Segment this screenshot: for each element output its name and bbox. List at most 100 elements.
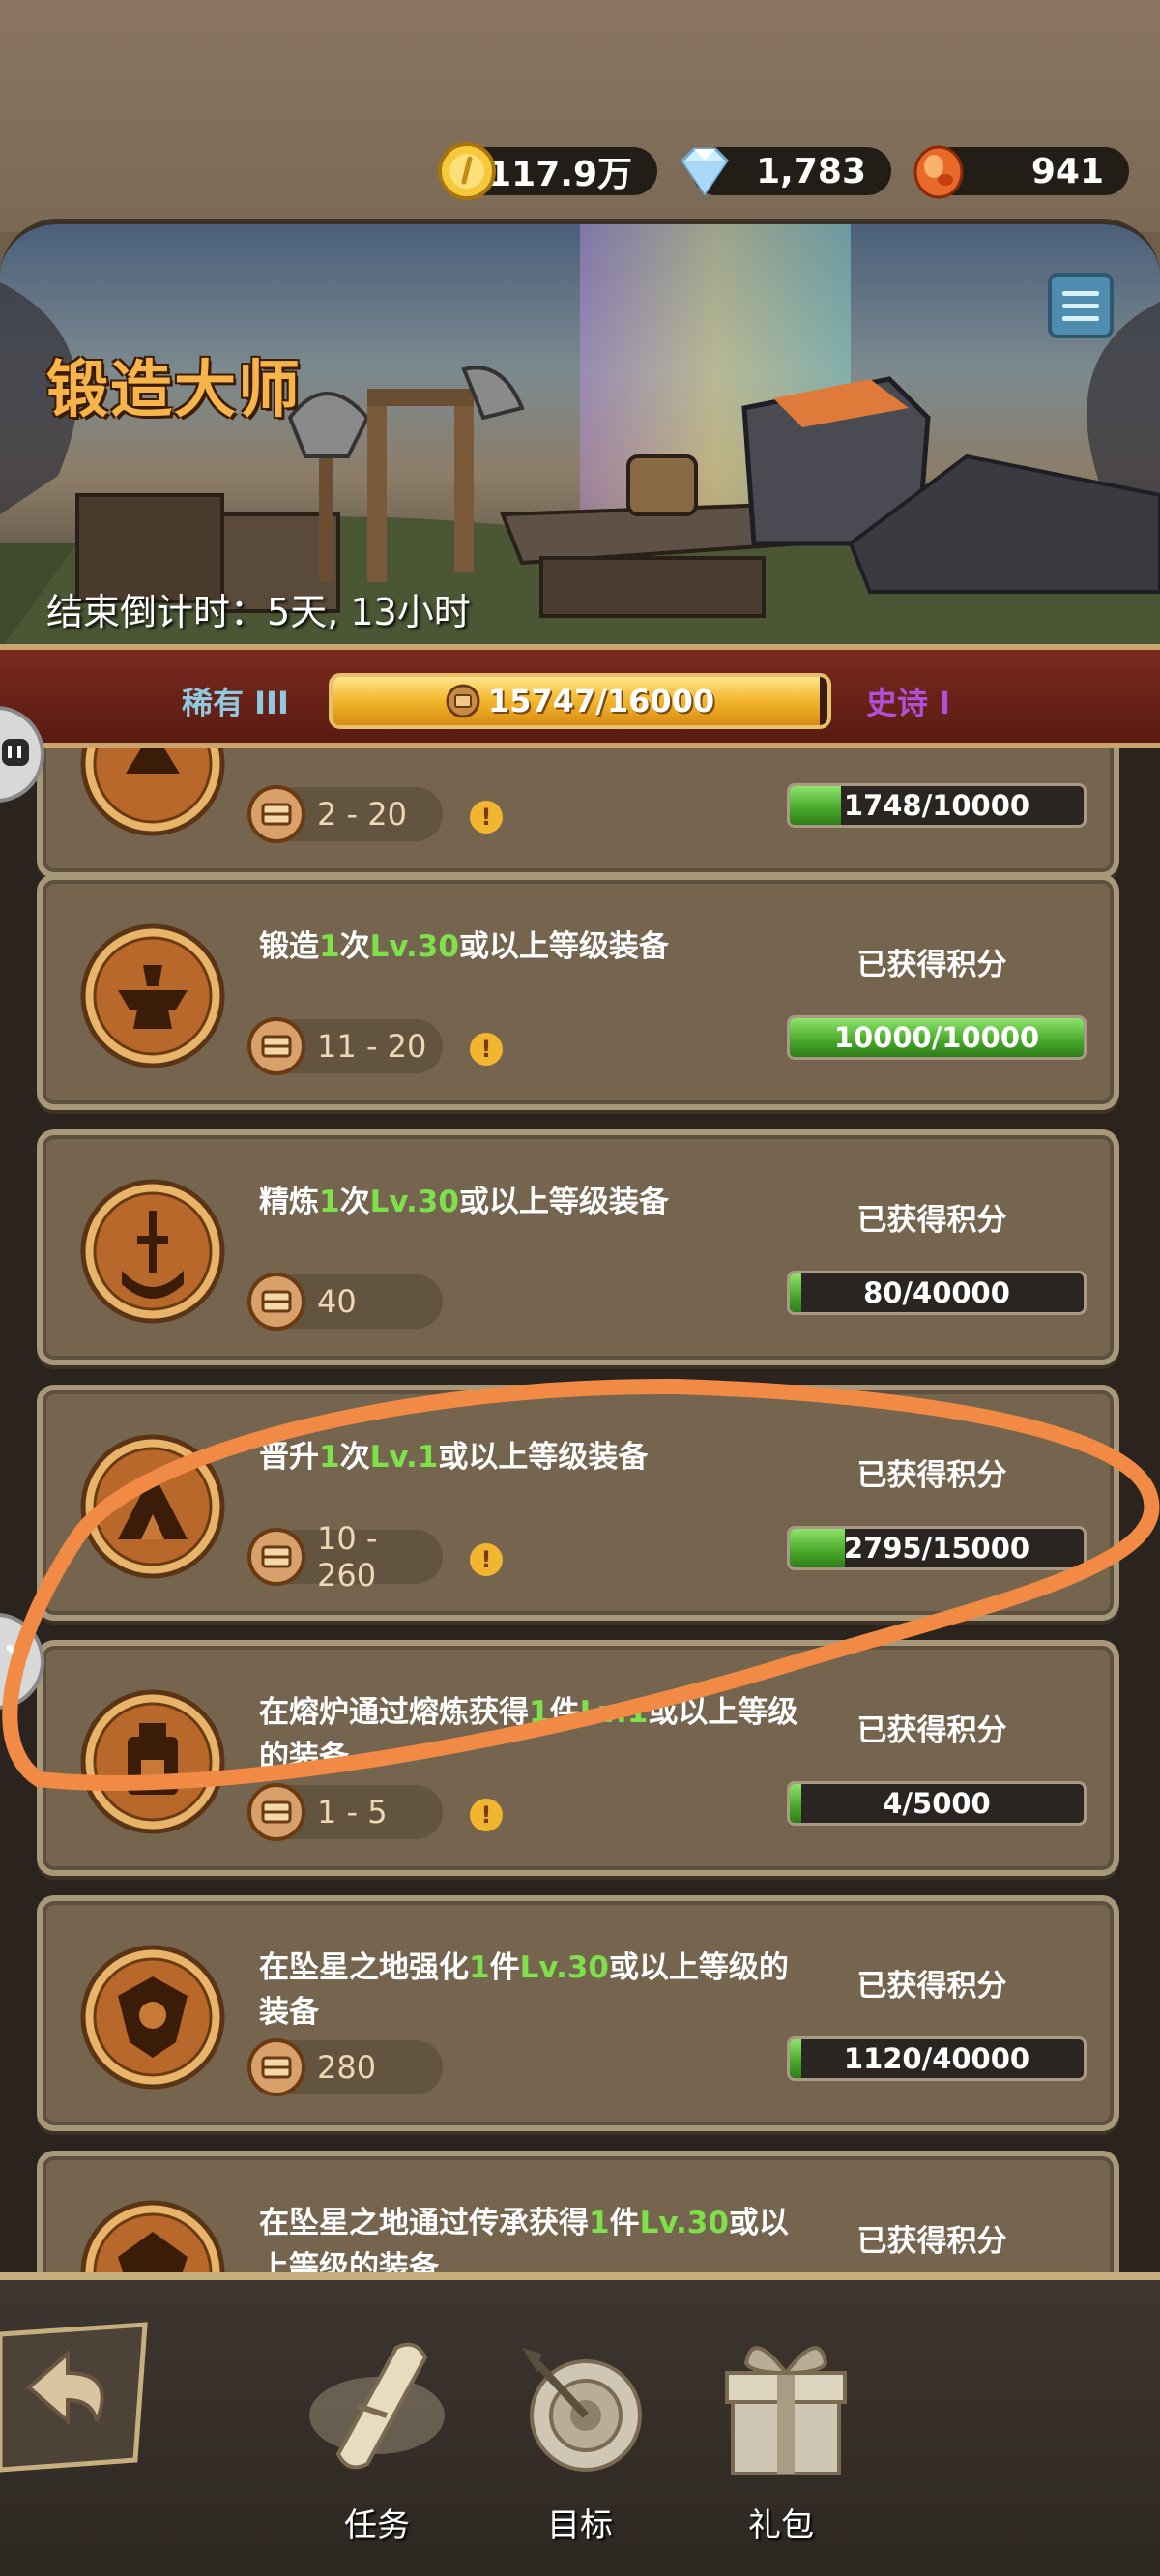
task-title-unit: 次 xyxy=(339,1440,370,1475)
scroll-icon xyxy=(309,2342,445,2470)
tent-icon xyxy=(80,1434,225,1579)
task-title: 在坠星之地通过传承获得1件Lv.30或以上等级的装备 xyxy=(259,2201,800,2276)
left-drawer-tab[interactable] xyxy=(0,706,44,803)
countdown-value: 5天, 13小时 xyxy=(267,591,471,633)
next-rank-label: 史诗 I xyxy=(866,685,951,721)
task-card[interactable]: 在坠星之地强化1件Lv.30或以上等级的装备 280 已获得积分 1120/40… xyxy=(37,1895,1119,2131)
task-title: 在坠星之地强化1件Lv.30或以上等级的装备 xyxy=(259,1946,800,2034)
task-title-level: Lv.30 xyxy=(519,1950,609,1985)
fire-gem-value: 941 xyxy=(1030,151,1104,191)
task-progress-bar: 2795/15000 xyxy=(787,1526,1087,1570)
task-reward-value: 280 xyxy=(317,2049,377,2086)
tab-gifts[interactable]: 礼包 xyxy=(694,2319,868,2551)
right-arrow-tab[interactable] xyxy=(0,1613,44,1710)
anvil-icon xyxy=(80,923,225,1068)
info-icon[interactable]: ! xyxy=(470,1799,503,1831)
tab-goals[interactable]: 目标 xyxy=(493,2319,667,2551)
crest-icon xyxy=(80,2200,225,2276)
task-reward-value: 1 - 5 xyxy=(317,1794,388,1830)
task-progress-text: 1120/40000 xyxy=(843,2042,1030,2075)
task-list[interactable]: 2 - 20 ! 1748/10000 锻造1次Lv.30或以上等级装备 11 … xyxy=(0,748,1160,2276)
task-progress-text: 2795/15000 xyxy=(843,1532,1030,1565)
task-reward: 2 - 20 xyxy=(247,785,443,843)
task-title: 在熔炉通过熔炼获得1件Lv.1或以上等级的装备 xyxy=(259,1690,800,1779)
gift-box-icon xyxy=(725,2346,847,2475)
points-earned-label: 已获得积分 xyxy=(856,1203,1007,1238)
rank-progress-label: 15747/16000 xyxy=(333,677,827,725)
diamond-value: 1,783 xyxy=(756,151,866,191)
task-title-level: Lv.30 xyxy=(369,929,459,964)
task-title-unit: 件 xyxy=(549,1695,580,1730)
info-icon[interactable]: ! xyxy=(470,801,503,834)
list-menu-button[interactable] xyxy=(1048,273,1114,338)
info-icon[interactable]: ! xyxy=(470,1033,503,1066)
task-card[interactable]: 2 - 20 ! 1748/10000 xyxy=(37,748,1119,878)
gold-counter[interactable]: 117.9万 xyxy=(438,142,657,200)
task-title-level: Lv.1 xyxy=(369,1440,439,1475)
task-title-verb: 在熔炉通过熔炼获得 xyxy=(259,1695,529,1730)
points-coin-icon xyxy=(247,1273,305,1331)
task-title-count: 1 xyxy=(469,1950,490,1985)
forge-icon xyxy=(80,748,225,836)
task-title-unit: 次 xyxy=(339,1185,370,1219)
current-rank-label: 稀有 III xyxy=(182,685,289,721)
rank-progress-text: 15747/16000 xyxy=(487,683,715,719)
tab-tasks-label: 任务 xyxy=(344,2506,410,2545)
points-earned-label: 已获得积分 xyxy=(856,1969,1007,2004)
back-button[interactable] xyxy=(0,2315,155,2479)
task-title-unit: 件 xyxy=(609,2206,640,2240)
info-icon[interactable]: ! xyxy=(470,1543,503,1576)
task-card[interactable]: 在熔炉通过熔炼获得1件Lv.1或以上等级的装备 1 - 5 ! 已获得积分 4/5… xyxy=(37,1640,1119,1876)
task-reward-value: 11 - 20 xyxy=(317,1028,427,1065)
task-progress-text: 4/5000 xyxy=(883,1787,991,1820)
task-title-unit: 次 xyxy=(339,929,370,964)
task-title-verb: 精炼 xyxy=(259,1185,319,1219)
task-progress-text: 80/40000 xyxy=(863,1276,1010,1309)
task-title-level: Lv.30 xyxy=(369,1185,459,1219)
sword-icon xyxy=(80,1179,225,1324)
task-title: 精炼1次Lv.30或以上等级装备 xyxy=(259,1180,800,1224)
points-coin-icon xyxy=(446,684,480,718)
task-reward: 40 xyxy=(247,1273,443,1331)
task-progress-text: 10000/10000 xyxy=(833,1021,1040,1054)
task-title-verb: 在坠星之地强化 xyxy=(259,1950,469,1985)
tab-gifts-label: 礼包 xyxy=(748,2506,814,2545)
task-title-level: Lv.1 xyxy=(579,1695,649,1730)
task-reward: 10 - 260 xyxy=(247,1520,443,1594)
task-title-count: 1 xyxy=(529,1695,550,1730)
points-earned-label: 已获得积分 xyxy=(856,1458,1007,1493)
task-title-suffix: 或以上等级装备 xyxy=(458,929,669,964)
task-card[interactable]: 锻造1次Lv.30或以上等级装备 11 - 20 ! 已获得积分 10000/10… xyxy=(37,874,1119,1110)
task-card[interactable]: 晋升1次Lv.1或以上等级装备 10 - 260 ! 已获得积分 2795/150… xyxy=(37,1385,1119,1621)
task-reward: 1 - 5 xyxy=(247,1783,443,1841)
currency-bar: 117.9万 1,783 941 xyxy=(0,0,1160,232)
task-title-unit: 件 xyxy=(489,1950,520,1985)
task-title-verb: 晋升 xyxy=(259,1440,319,1475)
task-reward-value: 2 - 20 xyxy=(317,796,407,833)
diamond-counter[interactable]: 1,783 xyxy=(681,147,891,196)
chevron-right-icon xyxy=(7,1645,28,1678)
task-title-level: Lv.30 xyxy=(639,2206,729,2240)
tab-tasks[interactable]: 任务 xyxy=(290,2319,464,2551)
event-banner: 锻造大师 结束倒计时：5天, 13小时 xyxy=(0,219,1160,644)
rank-progress-track: 15747/16000 xyxy=(329,673,831,729)
task-title-count: 1 xyxy=(319,1440,340,1475)
fire-gem-counter[interactable]: 941 xyxy=(914,145,1129,199)
task-title-verb: 在坠星之地通过传承获得 xyxy=(259,2206,589,2240)
tab-goals-label: 目标 xyxy=(547,2506,613,2545)
bottom-navigation: 任务 目标 礼包 xyxy=(0,2272,1160,2576)
menu-line-icon xyxy=(1062,303,1099,308)
task-title-suffix: 或以上等级装备 xyxy=(438,1440,649,1475)
task-card[interactable]: 在坠星之地通过传承获得1件Lv.30或以上等级的装备 已获得积分 xyxy=(37,2151,1119,2276)
gold-value: 117.9万 xyxy=(487,155,632,194)
event-title: 锻造大师 xyxy=(46,355,302,426)
countdown-label: 结束倒计时： xyxy=(46,591,268,633)
task-card[interactable]: 精炼1次Lv.30或以上等级装备 40 已获得积分 80/40000 xyxy=(37,1129,1119,1365)
furnace-icon xyxy=(80,1689,225,1834)
task-title-count: 1 xyxy=(589,2206,610,2240)
points-coin-icon xyxy=(247,1017,305,1075)
countdown-text: 结束倒计时：5天, 13小时 xyxy=(46,582,471,635)
points-coin-icon xyxy=(247,1783,305,1841)
task-progress-bar: 80/40000 xyxy=(787,1271,1087,1315)
task-title-suffix: 或以上等级装备 xyxy=(458,1185,669,1219)
